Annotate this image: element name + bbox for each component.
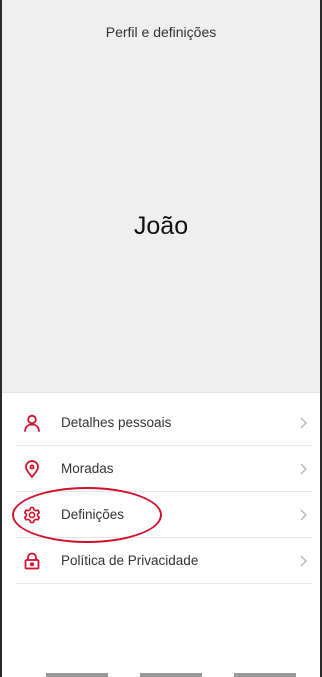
chevron-right-icon [298, 509, 308, 521]
chevron-right-icon [298, 555, 308, 567]
menu-item-label: Moradas [61, 461, 114, 476]
bottom-tab-bar [2, 673, 320, 677]
lock-icon [23, 552, 41, 570]
menu-item-label: Detalhes pessoais [61, 415, 172, 430]
menu-item-settings[interactable]: Definições [16, 492, 312, 538]
tab-indicator[interactable] [234, 673, 296, 677]
chevron-right-icon [298, 417, 308, 429]
menu-item-addresses[interactable]: Moradas [16, 446, 312, 492]
person-icon [23, 414, 41, 432]
gear-icon [23, 506, 41, 524]
menu-item-label: Política de Privacidade [61, 553, 199, 568]
profile-header: Perfil e definições João [2, 0, 320, 393]
chevron-right-icon [298, 463, 308, 475]
tab-indicator[interactable] [140, 673, 202, 677]
location-pin-icon [23, 459, 41, 478]
page-title: Perfil e definições [105, 24, 217, 40]
settings-menu: Detalhes pessoais Moradas Definições Pol… [2, 400, 320, 584]
tab-indicator[interactable] [46, 673, 108, 677]
menu-item-label: Definições [61, 507, 125, 522]
menu-item-personal-details[interactable]: Detalhes pessoais [16, 400, 312, 446]
profile-name: João [133, 212, 189, 240]
menu-item-privacy-policy[interactable]: Política de Privacidade [16, 538, 312, 584]
profile-settings-screen: Perfil e definições João Detalhes pessoa… [0, 0, 322, 677]
